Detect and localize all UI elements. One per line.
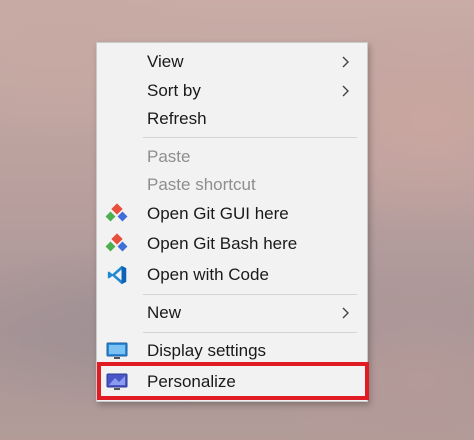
menu-item-paste: Paste xyxy=(97,143,367,172)
menu-item-label: Paste shortcut xyxy=(147,175,256,194)
menu-item-open-with-code[interactable]: Open with Code xyxy=(97,261,367,290)
menu-item-label: Refresh xyxy=(147,109,207,128)
menu-item-refresh[interactable]: Refresh xyxy=(97,105,367,134)
highlight-box xyxy=(97,362,369,400)
menu-item-label: Open Git Bash here xyxy=(147,234,298,253)
menu-separator xyxy=(143,137,357,138)
menu-item-open-git-gui[interactable]: Open Git GUI here xyxy=(97,200,367,229)
chevron-right-icon xyxy=(342,85,349,97)
git-icon xyxy=(105,203,128,222)
chevron-right-icon xyxy=(342,56,349,68)
menu-item-paste-shortcut: Paste shortcut xyxy=(97,171,367,200)
menu-separator xyxy=(143,332,357,333)
menu-item-label: New xyxy=(147,303,182,322)
menu-item-label: Sort by xyxy=(147,81,201,100)
menu-separator xyxy=(143,294,357,295)
menu-item-label: Open Git GUI here xyxy=(147,204,289,223)
menu-item-label: View xyxy=(147,52,184,71)
menu-item-label: Display settings xyxy=(147,341,267,360)
display-icon xyxy=(106,342,128,359)
menu-item-label: Open with Code xyxy=(147,265,269,284)
chevron-right-icon xyxy=(342,307,349,319)
menu-item-view[interactable]: View xyxy=(97,48,367,77)
menu-item-label: Paste xyxy=(147,147,191,166)
menu-item-open-git-bash[interactable]: Open Git Bash here xyxy=(97,230,367,259)
menu-item-sort-by[interactable]: Sort by xyxy=(97,77,367,106)
desktop-context-menu: View Sort by Refresh Paste Paste shortcu… xyxy=(96,42,368,402)
git-icon xyxy=(105,233,128,252)
vscode-icon xyxy=(107,265,127,285)
menu-item-new[interactable]: New xyxy=(97,299,367,328)
